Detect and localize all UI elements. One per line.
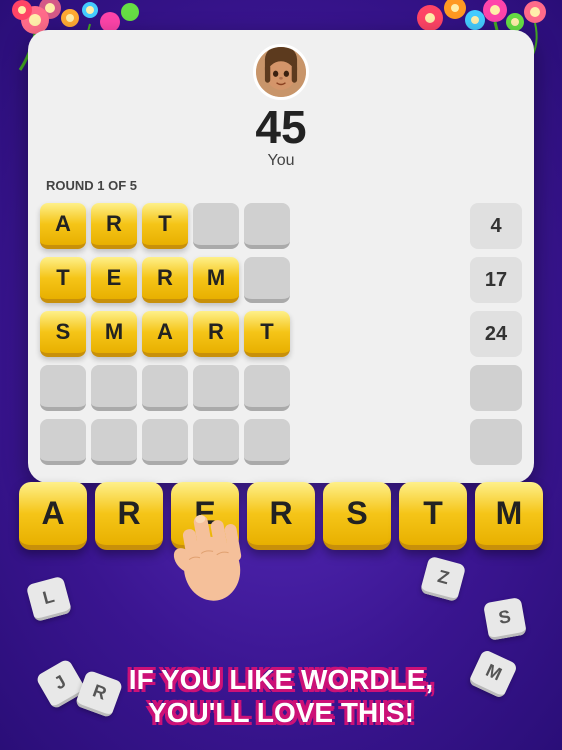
promo-line1: IF YOU LIKE WORDLE, xyxy=(20,663,542,697)
promo-line2: YOU'LL LOVE THIS! xyxy=(20,696,542,730)
word-tiles-5 xyxy=(40,419,464,465)
tile-R3: R xyxy=(193,311,239,357)
score-box-4 xyxy=(470,365,522,411)
tile-empty-4b xyxy=(91,365,137,411)
player-name: You xyxy=(268,152,295,170)
word-row-1: A R T 4 xyxy=(40,203,522,249)
tile-empty-5d xyxy=(193,419,239,465)
word-row-3: S M A R T 24 xyxy=(40,311,522,357)
tile-empty-4c xyxy=(142,365,188,411)
bank-tile-A[interactable]: A xyxy=(19,482,87,550)
round-label: ROUND 1 OF 5 xyxy=(46,178,534,193)
bank-tile-E[interactable]: E xyxy=(171,482,239,550)
word-rows-container: A R T 4 T E R M 17 S M A xyxy=(28,203,534,465)
word-row-4 xyxy=(40,365,522,411)
tile-empty-3 xyxy=(244,257,290,303)
scattered-S: S xyxy=(483,597,527,641)
tile-T2: T xyxy=(40,257,86,303)
score-display: 45 xyxy=(255,104,306,150)
tile-empty-5a xyxy=(40,419,86,465)
tile-empty-4e xyxy=(244,365,290,411)
word-tiles-4 xyxy=(40,365,464,411)
word-tiles-3: S M A R T xyxy=(40,311,464,357)
tile-empty-4d xyxy=(193,365,239,411)
word-tiles-2: T E R M xyxy=(40,257,464,303)
bank-tile-R2[interactable]: R xyxy=(247,482,315,550)
game-card: 45 You ROUND 1 OF 5 A R T 4 T E R M 1 xyxy=(28,30,534,483)
tile-M: M xyxy=(193,257,239,303)
tile-empty-5e xyxy=(244,419,290,465)
promo-banner: IF YOU LIKE WORDLE, YOU'LL LOVE THIS! xyxy=(0,663,562,730)
tile-T: T xyxy=(142,203,188,249)
word-tiles-1: A R T xyxy=(40,203,464,249)
bank-tile-M[interactable]: M xyxy=(475,482,543,550)
score-box-3: 24 xyxy=(470,311,522,357)
tile-A: A xyxy=(40,203,86,249)
tile-empty-1 xyxy=(193,203,239,249)
tile-empty-5c xyxy=(142,419,188,465)
avatar xyxy=(253,44,309,100)
bank-tile-S[interactable]: S xyxy=(323,482,391,550)
tile-R2: R xyxy=(142,257,188,303)
score-box-1: 4 xyxy=(470,203,522,249)
tile-empty-5b xyxy=(91,419,137,465)
tile-E: E xyxy=(91,257,137,303)
tile-empty-2 xyxy=(244,203,290,249)
score-box-2: 17 xyxy=(470,257,522,303)
bank-tile-T[interactable]: T xyxy=(399,482,467,550)
tile-T3: T xyxy=(244,311,290,357)
tile-R: R xyxy=(91,203,137,249)
tile-S: S xyxy=(40,311,86,357)
score-header: 45 You xyxy=(28,30,534,178)
bank-tile-R[interactable]: R xyxy=(95,482,163,550)
word-row-5 xyxy=(40,419,522,465)
score-box-5 xyxy=(470,419,522,465)
tile-A2: A xyxy=(142,311,188,357)
letter-bank: A R E R S T M xyxy=(0,482,562,550)
tile-M2: M xyxy=(91,311,137,357)
word-row-2: T E R M 17 xyxy=(40,257,522,303)
tile-empty-4a xyxy=(40,365,86,411)
